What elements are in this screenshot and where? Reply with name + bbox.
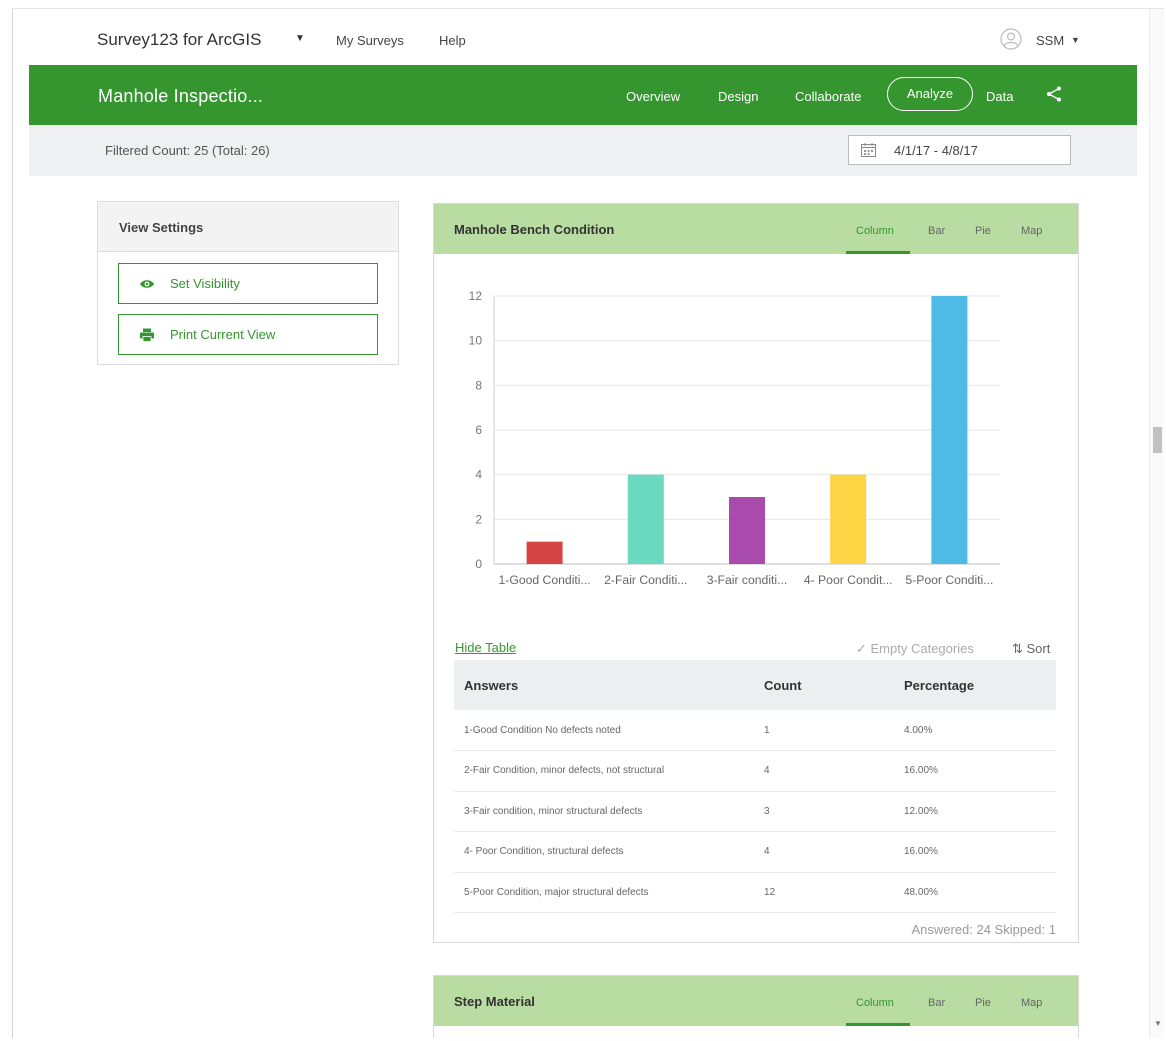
table-row: 1-Good Condition No defects noted 1 4.00… xyxy=(454,710,1056,751)
filter-bar: Filtered Count: 25 (Total: 26) 4/1/17 - … xyxy=(29,125,1137,176)
bar xyxy=(526,541,563,564)
column-chart: 0 2 4 6 8 10 12 1-Good Conditi... 2-Fair Conditi… xyxy=(469,289,1000,587)
user-avatar-icon[interactable] xyxy=(1000,28,1022,50)
table-row: 2-Fair Condition, minor defects, not str… xyxy=(454,750,1056,792)
card-header: Manhole Bench Condition Column Bar Pie M… xyxy=(434,204,1078,254)
tab-collaborate[interactable]: Collaborate xyxy=(795,89,862,104)
scroll-down-arrow-icon[interactable]: ▼ xyxy=(1154,1019,1162,1028)
header-percentage[interactable]: Percentage xyxy=(904,660,1056,710)
share-icon[interactable] xyxy=(1045,85,1063,103)
user-caret-down-icon[interactable]: ▼ xyxy=(1071,35,1080,45)
y-tick-label: 6 xyxy=(475,423,482,437)
chart-tab-pie[interactable]: Pie xyxy=(975,225,991,237)
app-brand[interactable]: Survey123 for ArcGIS xyxy=(97,30,261,50)
table-header-row: Answers Count Percentage xyxy=(454,660,1056,710)
question-card-bench-condition: Manhole Bench Condition Column Bar Pie M… xyxy=(433,203,1079,943)
user-name[interactable]: SSM xyxy=(1036,33,1064,48)
card-header: Step Material Column Bar Pie Map xyxy=(434,976,1078,1026)
percentage-cell: 16.00% xyxy=(904,831,1056,873)
nav-help[interactable]: Help xyxy=(439,33,466,48)
scrollbar-thumb[interactable] xyxy=(1153,427,1162,453)
y-tick-label: 0 xyxy=(475,557,482,571)
sort-label: Sort xyxy=(1026,641,1051,656)
view-settings-title: View Settings xyxy=(98,202,398,252)
print-current-view-label: Print Current View xyxy=(170,327,276,342)
survey-header: Manhole Inspectio... Overview Design Col… xyxy=(29,65,1137,125)
brand-caret-down-icon[interactable]: ▼ xyxy=(295,33,305,44)
table-row: 3-Fair condition, minor structural defec… xyxy=(454,791,1056,832)
date-range-picker[interactable]: 4/1/17 - 4/8/17 xyxy=(848,135,1071,165)
chart-tab-pie[interactable]: Pie xyxy=(975,997,991,1009)
checkmark-icon: ✓ xyxy=(856,641,871,656)
printer-icon xyxy=(140,328,154,342)
print-current-view-button[interactable]: Print Current View xyxy=(118,314,378,355)
nav-my-surveys[interactable]: My Surveys xyxy=(336,33,404,48)
y-tick-label: 8 xyxy=(475,378,482,392)
y-tick-label: 4 xyxy=(475,468,482,482)
chart-tab-map[interactable]: Map xyxy=(1021,997,1042,1009)
question-card-step-material: Step Material Column Bar Pie Map xyxy=(433,975,1079,1038)
chart-tab-bar[interactable]: Bar xyxy=(928,997,945,1009)
header-answers[interactable]: Answers xyxy=(454,660,764,710)
table-row: 4- Poor Condition, structural defects 4 … xyxy=(454,831,1056,873)
empty-categories-toggle[interactable]: ✓ Empty Categories xyxy=(856,641,974,657)
sort-arrows-icon: ⇅ xyxy=(1012,641,1027,656)
count-cell: 3 xyxy=(764,791,904,832)
count-cell: 4 xyxy=(764,750,904,792)
y-tick-label: 12 xyxy=(469,289,483,303)
hide-table-link[interactable]: Hide Table xyxy=(455,640,516,655)
percentage-cell: 12.00% xyxy=(904,791,1056,832)
tab-overview[interactable]: Overview xyxy=(626,89,680,104)
chart-tab-column[interactable]: Column xyxy=(856,997,894,1009)
count-cell: 1 xyxy=(764,710,904,751)
calendar-icon xyxy=(861,143,876,157)
answer-cell: 3-Fair condition, minor structural defec… xyxy=(454,791,764,832)
chart-tab-column[interactable]: Column xyxy=(856,225,894,237)
set-visibility-label: Set Visibility xyxy=(170,276,240,291)
eye-icon xyxy=(140,280,154,288)
page-scrollbar[interactable]: ▼ xyxy=(1149,9,1164,1038)
bar xyxy=(830,474,867,564)
chart-tab-map[interactable]: Map xyxy=(1021,225,1042,237)
filtered-count: Filtered Count: 25 (Total: 26) xyxy=(105,143,270,158)
top-navigation: Survey123 for ArcGIS ▼ My Surveys Help S… xyxy=(13,9,1137,65)
answer-cell: 2-Fair Condition, minor defects, not str… xyxy=(454,750,764,792)
count-cell: 12 xyxy=(764,872,904,913)
percentage-cell: 4.00% xyxy=(904,710,1056,751)
answer-cell: 1-Good Condition No defects noted xyxy=(454,710,764,751)
bar xyxy=(931,296,968,564)
active-tab-indicator xyxy=(846,1023,910,1026)
tab-design[interactable]: Design xyxy=(718,89,758,104)
survey-title: Manhole Inspectio... xyxy=(98,86,264,106)
percentage-cell: 16.00% xyxy=(904,750,1056,792)
x-tick-label: 2-Fair Conditi... xyxy=(604,573,687,587)
answer-cell: 5-Poor Condition, major structural defec… xyxy=(454,872,764,913)
tab-analyze[interactable]: Analyze xyxy=(887,77,973,111)
date-range-text: 4/1/17 - 4/8/17 xyxy=(894,143,978,158)
table-row: 5-Poor Condition, major structural defec… xyxy=(454,872,1056,913)
answers-table: Answers Count Percentage 1-Good Conditio… xyxy=(454,660,1056,913)
question-title: Step Material xyxy=(454,994,535,1009)
sort-button[interactable]: ⇅ Sort xyxy=(1012,641,1050,657)
x-tick-label: 5-Poor Conditi... xyxy=(905,573,993,587)
bar xyxy=(627,474,664,564)
answer-cell: 4- Poor Condition, structural defects xyxy=(454,831,764,873)
x-tick-label: 1-Good Conditi... xyxy=(499,573,591,587)
chart-tab-bar[interactable]: Bar xyxy=(928,225,945,237)
header-count[interactable]: Count xyxy=(764,660,904,710)
percentage-cell: 48.00% xyxy=(904,872,1056,913)
count-cell: 4 xyxy=(764,831,904,873)
question-title: Manhole Bench Condition xyxy=(454,222,615,237)
x-tick-label: 3-Fair conditi... xyxy=(707,573,788,587)
y-tick-label: 10 xyxy=(469,334,483,348)
bar xyxy=(729,497,765,564)
y-tick-label: 2 xyxy=(475,512,482,526)
x-tick-label: 4- Poor Condit... xyxy=(804,573,893,587)
set-visibility-button[interactable]: Set Visibility xyxy=(118,263,378,304)
browser-window: Survey123 for ArcGIS ▼ My Surveys Help S… xyxy=(12,8,1164,1038)
tab-data[interactable]: Data xyxy=(986,89,1013,104)
answered-skipped-summary: Answered: 24 Skipped: 1 xyxy=(911,922,1056,937)
view-settings-panel: View Settings Set Visibility Print Curre… xyxy=(97,201,399,365)
empty-categories-label: Empty Categories xyxy=(870,641,974,656)
